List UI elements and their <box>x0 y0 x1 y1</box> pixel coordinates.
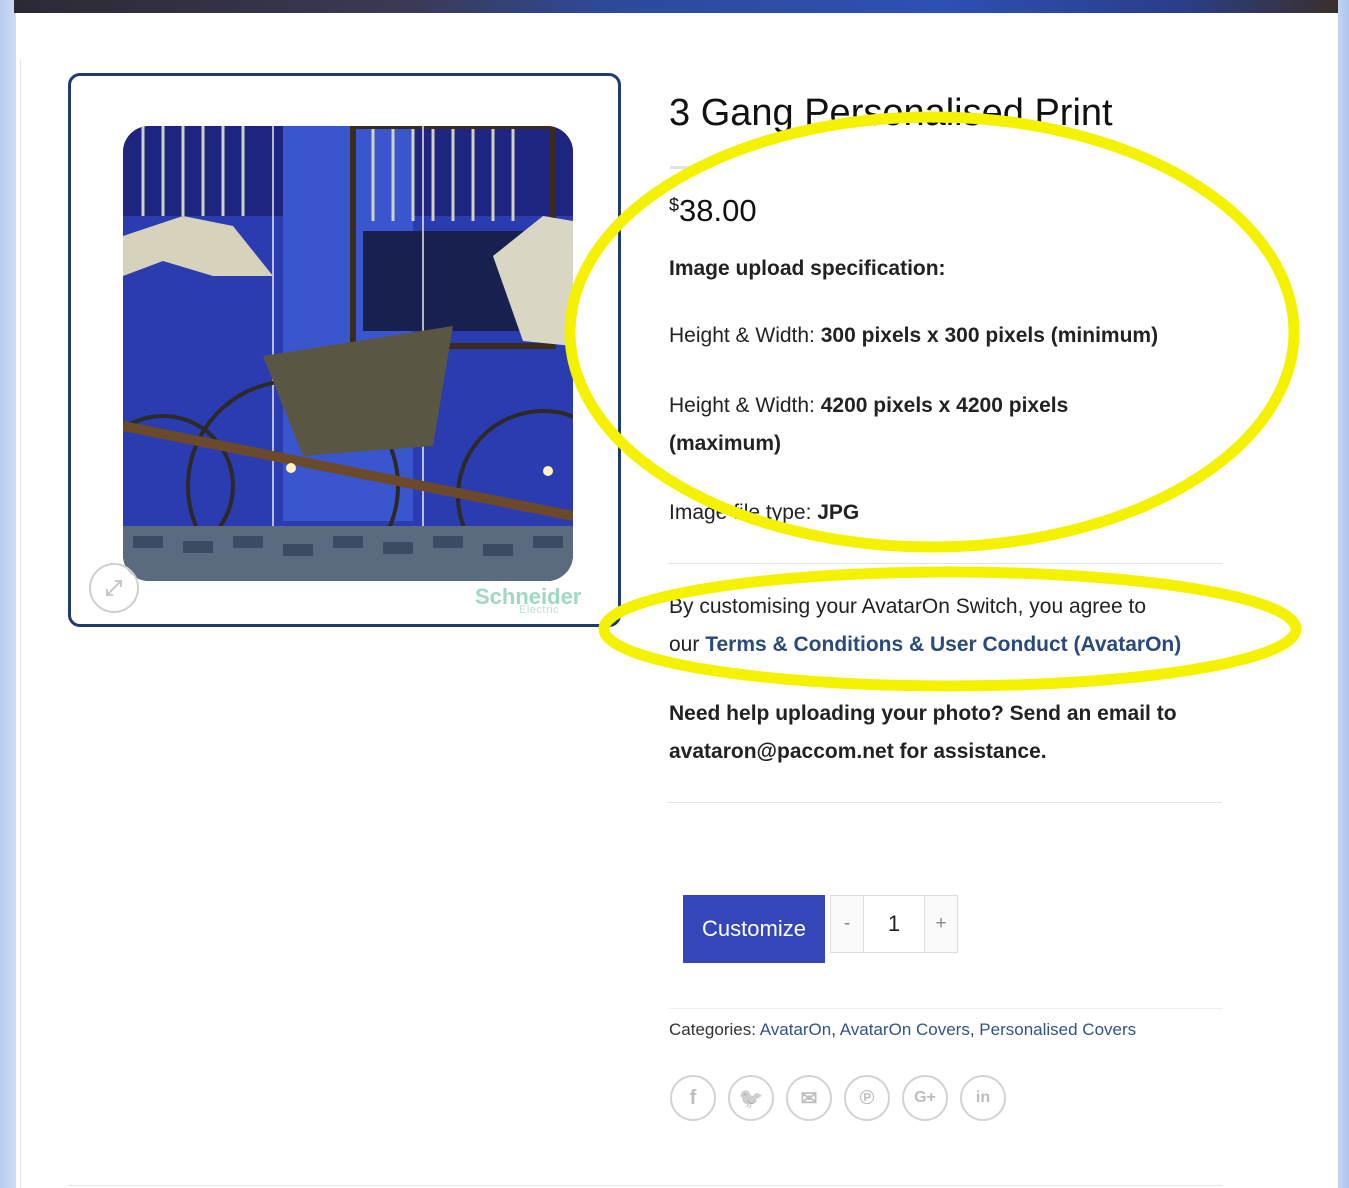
highlight-annotations <box>564 111 1302 692</box>
highlight-ellipse-terms <box>598 566 1302 692</box>
highlight-ellipse-spec <box>564 111 1300 553</box>
